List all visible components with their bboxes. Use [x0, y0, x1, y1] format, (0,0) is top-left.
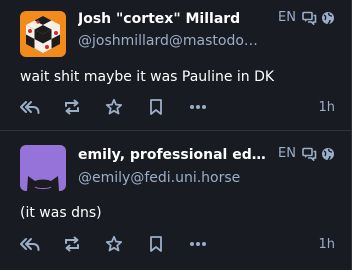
- timestamp[interactable]: 1h: [318, 100, 335, 115]
- status-post[interactable]: emily, professional edge c... @emily@fed…: [0, 132, 351, 263]
- status-content: wait shit maybe it was Pauline in DK: [20, 69, 275, 85]
- status-meta: EN: [278, 146, 335, 161]
- display-name[interactable]: emily, professional edge c...: [78, 147, 266, 163]
- bookmark-icon[interactable]: [146, 97, 166, 117]
- status-action-bar: 1h: [20, 234, 335, 254]
- cube-logo-avatar: [20, 11, 66, 57]
- globe-icon: [321, 147, 335, 161]
- replies-icon: [302, 11, 317, 25]
- account-handle[interactable]: @emily@fedi.uni.horse: [78, 170, 266, 186]
- status-content: (it was dns): [20, 205, 102, 221]
- boost-icon[interactable]: [62, 97, 82, 117]
- language-badge: EN: [278, 146, 296, 161]
- bookmark-icon[interactable]: [146, 234, 166, 254]
- cat-silhouette-avatar: [20, 145, 66, 191]
- status-post[interactable]: Josh "cortex" Millard @joshmillard@masto…: [0, 0, 351, 131]
- timeline-feed: Josh "cortex" Millard @joshmillard@masto…: [0, 0, 352, 270]
- status-meta: EN: [278, 10, 335, 25]
- reply-all-icon[interactable]: [20, 97, 40, 117]
- display-name[interactable]: Josh "cortex" Millard: [78, 11, 266, 27]
- favourite-icon[interactable]: [104, 97, 124, 117]
- timestamp[interactable]: 1h: [318, 237, 335, 252]
- replies-icon: [302, 147, 317, 161]
- favourite-icon[interactable]: [104, 234, 124, 254]
- more-icon[interactable]: [188, 97, 208, 117]
- more-icon[interactable]: [188, 234, 208, 254]
- account-handle[interactable]: @joshmillard@mastodon....: [78, 33, 266, 49]
- reply-all-icon[interactable]: [20, 234, 40, 254]
- avatar[interactable]: [20, 145, 66, 191]
- avatar[interactable]: [20, 11, 66, 57]
- language-badge: EN: [278, 10, 296, 25]
- boost-icon[interactable]: [62, 234, 82, 254]
- globe-icon: [321, 11, 335, 25]
- status-action-bar: 1h: [20, 97, 335, 117]
